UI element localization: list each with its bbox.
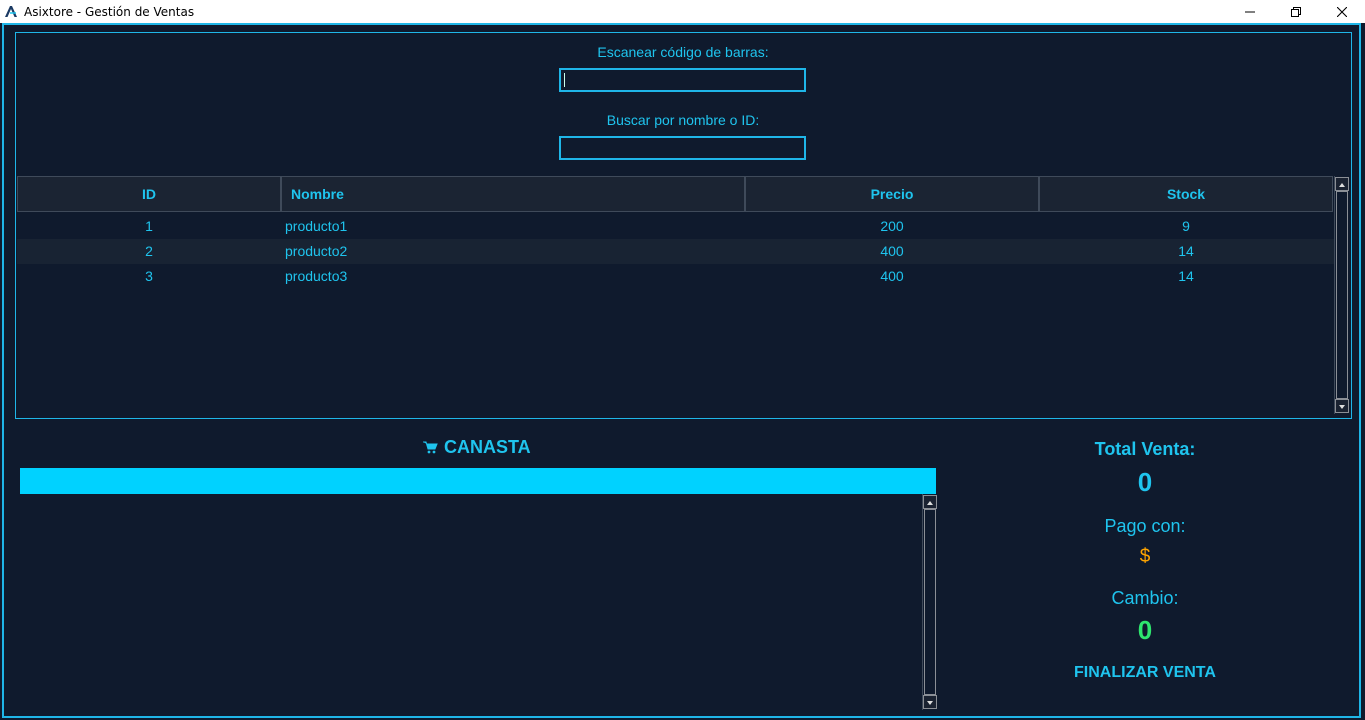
scroll-up-button[interactable] xyxy=(923,495,937,509)
cell-nombre: producto3 xyxy=(285,268,348,284)
column-header-id[interactable]: ID xyxy=(17,176,281,212)
restore-icon xyxy=(1291,6,1301,17)
cart-header-bar xyxy=(20,468,936,494)
arrow-up-icon xyxy=(927,501,933,505)
cell-stock: 14 xyxy=(1178,268,1194,284)
scrollbar-thumb[interactable] xyxy=(1336,191,1348,399)
close-button[interactable] xyxy=(1319,0,1365,23)
scroll-up-button[interactable] xyxy=(1335,177,1349,191)
scrollbar-thumb[interactable] xyxy=(924,509,936,695)
cell-nombre: producto2 xyxy=(285,243,348,259)
scroll-down-button[interactable] xyxy=(923,695,937,709)
barcode-label: Escanear código de barras: xyxy=(597,44,769,60)
title-bar: Asixtore - Gestión de Ventas xyxy=(0,0,1365,23)
arrow-down-icon xyxy=(1339,405,1345,409)
column-header-precio[interactable]: Precio xyxy=(745,176,1039,212)
table-scrollbar[interactable] xyxy=(1334,176,1350,414)
paid-label: Pago con: xyxy=(1104,516,1186,536)
name-search-input[interactable] xyxy=(559,136,806,160)
cell-id: 1 xyxy=(145,218,153,234)
table-row[interactable]: 3 producto3 400 14 xyxy=(17,264,1334,289)
restore-button[interactable] xyxy=(1273,0,1319,23)
close-icon xyxy=(1337,6,1347,17)
cell-precio: 400 xyxy=(880,243,904,259)
cell-id: 2 xyxy=(145,243,153,259)
minimize-icon xyxy=(1245,11,1255,12)
minimize-button[interactable] xyxy=(1227,0,1273,23)
paid-input[interactable]: $ xyxy=(1045,546,1245,568)
cart-list xyxy=(20,494,938,710)
cart-title: CANASTA xyxy=(422,437,531,458)
products-table: ID Nombre Precio Stock 1 producto1 200 9… xyxy=(17,176,1351,418)
table-row[interactable]: 1 producto1 200 9 xyxy=(17,214,1334,239)
text-caret xyxy=(564,73,565,87)
cell-stock: 9 xyxy=(1182,218,1190,234)
name-search-label: Buscar por nombre o ID: xyxy=(606,112,760,128)
window-title: Asixtore - Gestión de Ventas xyxy=(24,5,195,19)
total-value: 0 xyxy=(1137,467,1153,497)
arrow-up-icon xyxy=(1339,183,1345,187)
app-logo-icon xyxy=(5,6,17,17)
total-label: Total Venta: xyxy=(1094,439,1196,459)
column-header-stock[interactable]: Stock xyxy=(1039,176,1333,212)
barcode-input[interactable] xyxy=(559,68,806,92)
cell-id: 3 xyxy=(145,268,153,284)
cell-nombre: producto1 xyxy=(285,218,348,234)
arrow-down-icon xyxy=(927,701,933,705)
cart-icon xyxy=(423,441,438,454)
change-value: 0 xyxy=(1137,615,1153,645)
change-label: Cambio: xyxy=(1111,588,1179,608)
cell-precio: 400 xyxy=(880,268,904,284)
cart-scrollbar[interactable] xyxy=(922,494,938,710)
table-row[interactable]: 2 producto2 400 14 xyxy=(17,239,1334,264)
finalize-sale-button[interactable]: FINALIZAR VENTA xyxy=(1045,664,1245,682)
cell-precio: 200 xyxy=(880,218,904,234)
column-header-nombre[interactable]: Nombre xyxy=(281,176,745,212)
cell-stock: 14 xyxy=(1178,243,1194,259)
scroll-down-button[interactable] xyxy=(1335,399,1349,413)
